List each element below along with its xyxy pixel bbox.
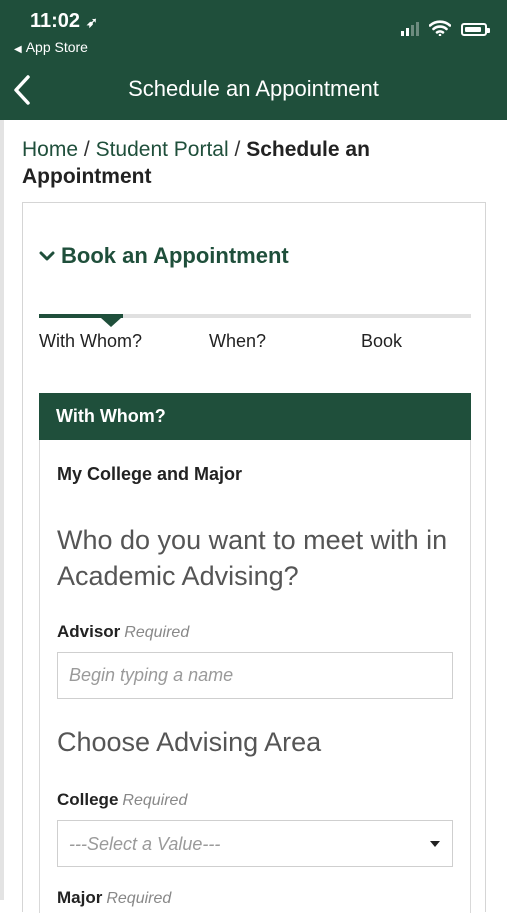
breadcrumb-home[interactable]: Home — [22, 138, 78, 161]
left-edge — [0, 120, 4, 900]
advising-area-heading: Choose Advising Area — [57, 727, 322, 757]
battery-icon — [461, 23, 490, 36]
nav-title: Schedule an Appointment — [128, 76, 379, 101]
advisor-label: Advisor Required — [57, 622, 189, 642]
major-label-text: Major — [57, 888, 103, 907]
advisor-label-text: Advisor — [57, 622, 121, 641]
advisor-input[interactable] — [57, 652, 453, 699]
advising-question: Who do you want to meet with in Academic… — [57, 525, 448, 591]
breadcrumb-separator: / — [83, 138, 90, 161]
caret-down-icon — [430, 841, 440, 847]
required-marker: Required — [106, 890, 172, 907]
required-marker: Required — [122, 792, 188, 809]
chevron-down-icon — [39, 250, 55, 262]
location-arrow-icon: ➶ — [86, 14, 98, 30]
breadcrumb-student-portal[interactable]: Student Portal — [96, 138, 229, 161]
college-label: College Required — [57, 790, 187, 810]
step-book[interactable]: Book — [361, 331, 402, 352]
back-app-label: App Store — [25, 39, 88, 55]
book-appointment-toggle[interactable]: Book an Appointment — [39, 243, 289, 269]
section-title: Book an Appointment — [61, 243, 289, 268]
top-bar: 11:02 ➶ ◀ App Store Schedule an Appointmen… — [0, 0, 507, 120]
panel-subheading: My College and Major — [57, 464, 243, 484]
cellular-signal-icon — [401, 20, 419, 36]
appointment-card: Book an Appointment With Whom? When? Boo… — [22, 202, 486, 913]
status-icons — [401, 20, 490, 36]
breadcrumb: Home / Student Portal / Schedule an Appo… — [22, 136, 482, 190]
with-whom-panel: With Whom? My College and Major Who do y… — [39, 393, 471, 913]
panel-header: With Whom? — [39, 393, 471, 440]
status-time: 11:02 ➶ — [30, 10, 98, 32]
step-pointer — [101, 318, 121, 327]
step-track — [39, 314, 471, 327]
major-label: Major Required — [57, 888, 171, 908]
wifi-icon — [429, 20, 451, 36]
back-triangle-icon: ◀ — [14, 44, 22, 55]
college-select[interactable]: ---Select a Value--- — [57, 820, 453, 867]
step-with-whom[interactable]: With Whom? — [39, 331, 142, 352]
breadcrumb-separator: / — [234, 138, 241, 161]
college-label-text: College — [57, 790, 119, 809]
required-marker: Required — [124, 624, 190, 641]
step-when[interactable]: When? — [209, 331, 266, 352]
college-select-value: ---Select a Value--- — [69, 834, 221, 854]
back-to-app-link[interactable]: ◀ App Store — [14, 39, 88, 55]
